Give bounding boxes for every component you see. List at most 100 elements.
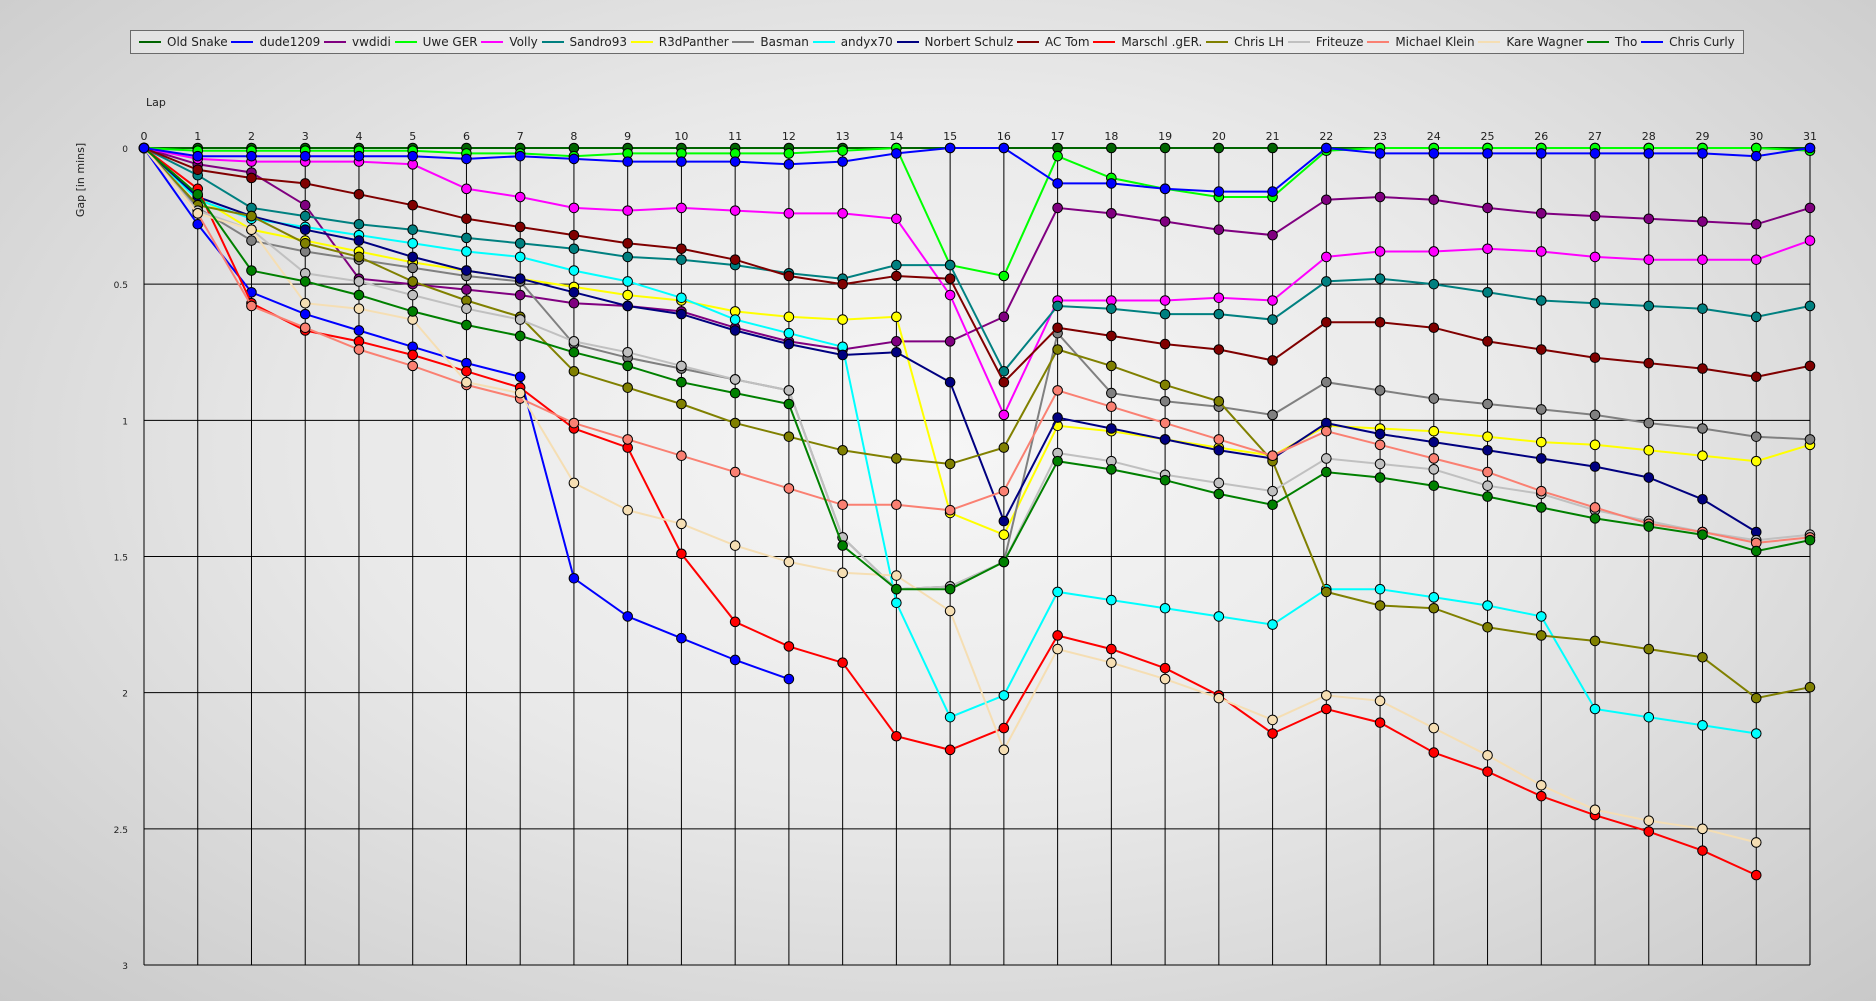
data-point [1374,583,1386,595]
data-point [1804,142,1816,154]
data-point [1643,643,1655,655]
data-point [1535,344,1547,355]
data-point [1589,251,1601,263]
data-point [1643,521,1655,532]
data-point [1697,148,1708,159]
x-tick-label: 13 [836,130,850,143]
data-point [1159,474,1171,486]
data-point [1589,513,1601,524]
data-point [676,254,687,265]
data-point [1321,466,1332,478]
data-point [891,346,902,358]
y-tick-label: 1.5 [114,554,128,564]
data-point [676,398,687,410]
data-point [944,259,956,271]
data-point [1589,352,1601,363]
x-tick-label: 4 [355,130,362,143]
data-point [622,289,633,301]
data-point [783,311,795,323]
data-point [246,150,257,162]
data-point [1052,385,1063,396]
data-point [1697,651,1708,663]
data-point [676,548,687,560]
data-point [676,632,687,644]
data-point [783,159,795,170]
data-point [1804,300,1816,312]
data-point [837,349,848,361]
data-point [837,657,848,669]
data-point [1052,643,1063,655]
data-point [353,188,365,200]
data-point [1321,194,1332,206]
data-point [1106,657,1117,669]
x-tick-label: 9 [624,130,631,143]
data-point [1428,464,1440,475]
data-point [622,276,633,287]
data-point [407,150,419,162]
data-point [1321,251,1332,263]
data-point [1535,208,1547,219]
x-tick-label: 31 [1803,130,1817,143]
data-point [622,360,633,372]
data-point [783,385,795,396]
data-point [998,722,1010,734]
data-point [461,183,472,195]
data-point [1052,412,1063,423]
data-point [514,191,526,203]
data-point [1643,417,1655,429]
data-point [676,202,687,214]
data-point [353,218,365,230]
x-tick-label: 21 [1266,130,1280,143]
data-point [514,314,526,325]
x-tick-label: 5 [409,130,416,143]
data-point [891,148,902,159]
data-point [1374,472,1386,483]
data-point [568,366,580,377]
data-point [1643,357,1655,369]
data-point [729,466,741,478]
data-point [783,327,795,339]
data-point [1589,439,1601,451]
x-tick-label: 14 [889,130,903,143]
data-point [514,251,526,263]
series-line [143,146,1811,193]
data-point [1321,276,1332,287]
data-point [299,178,311,189]
data-point [1804,360,1816,372]
data-point [1213,186,1225,197]
data-point [1106,330,1117,342]
x-axis-title: Lap [146,96,166,109]
data-point [461,232,472,244]
data-point [998,311,1010,323]
data-point [998,515,1010,527]
data-point [1428,393,1440,404]
data-point [299,199,311,211]
data-point [1535,246,1547,257]
data-point [837,278,848,290]
data-point [299,322,311,334]
data-point [729,374,741,385]
data-point [1535,502,1547,513]
data-point [1106,142,1117,154]
data-point [622,346,633,358]
data-point [1267,714,1278,726]
data-point [1589,409,1601,421]
data-point [1643,148,1655,159]
x-tick-label: 7 [517,130,524,143]
data-point [1589,635,1601,647]
data-point [1535,404,1547,415]
data-point [1374,273,1386,285]
data-point [1052,300,1063,312]
x-tick-label: 3 [302,130,309,143]
data-point [837,156,848,167]
data-point [1321,316,1332,328]
data-point [1374,428,1386,440]
x-tick-label: 24 [1427,130,1441,143]
x-tick-label: 6 [463,130,470,143]
data-point [891,311,902,323]
data-point [1428,322,1440,334]
data-point [568,265,580,276]
data-point [1052,344,1063,355]
data-point [783,398,795,410]
data-point [1052,630,1063,641]
